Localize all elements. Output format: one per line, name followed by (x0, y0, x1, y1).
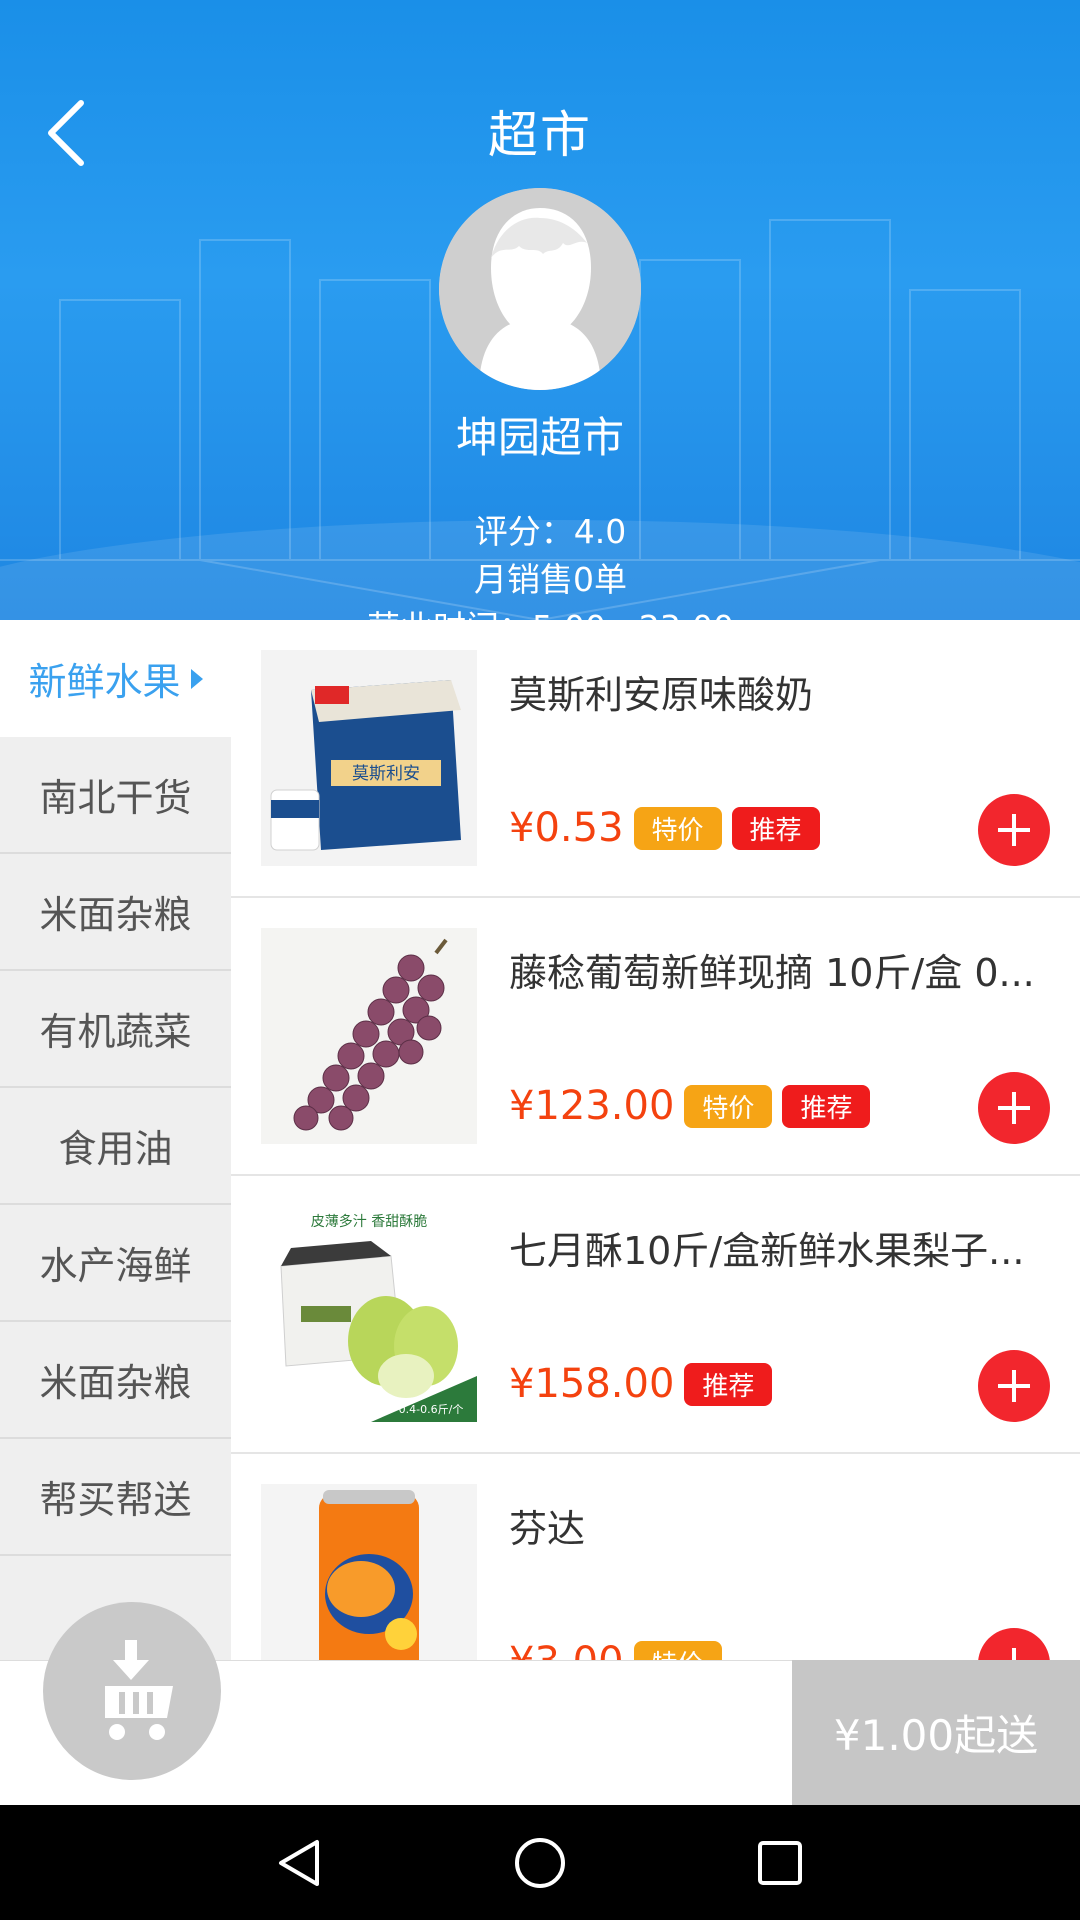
recommend-badge: 推荐 (684, 1362, 773, 1406)
category-item-cooking-oil[interactable]: 食用油 (0, 1088, 231, 1205)
product-item[interactable]: 皮薄多汁 香甜酥脆 0.4-0.6斤/个 七月酥10斤/盒新鲜水果梨子... ¥… (231, 1176, 1080, 1454)
sale-badge: 特价 (633, 806, 722, 850)
product-item[interactable]: 藤稔葡萄新鲜现摘 10斤/盒 0... ¥123.00 特价 推荐 (231, 898, 1080, 1176)
sale-badge: 特价 (684, 1084, 773, 1128)
store-name: 坤园超市 (455, 413, 624, 462)
category-item-grains-2[interactable]: 米面杂粮 (0, 1322, 231, 1439)
min-order-button[interactable]: ¥1.00起送 (792, 1660, 1080, 1805)
price-line: ¥0.53 特价 推荐 (509, 805, 830, 851)
plus-icon (998, 814, 1030, 846)
fanta-can-image (261, 1484, 477, 1660)
category-item-dried-goods[interactable]: 南北干货 (0, 737, 231, 854)
product-name: 藤稔葡萄新鲜现摘 10斤/盒 0... (509, 951, 1035, 995)
category-label: 米面杂粮 (39, 1361, 192, 1405)
category-label: 水产海鲜 (39, 1244, 192, 1288)
user-avatar-icon (439, 188, 641, 390)
add-to-cart-button[interactable] (978, 1072, 1050, 1144)
category-label: 米面杂粮 (39, 893, 192, 937)
grapes-image (261, 928, 477, 1144)
category-label: 食用油 (58, 1127, 173, 1171)
nav-recents-button[interactable] (720, 1805, 840, 1920)
pear-size-tag: 0.4-0.6斤/个 (399, 1403, 464, 1416)
plus-icon (1012, 1648, 1016, 1660)
category-item-fresh-fruit[interactable]: 新鲜水果 (0, 620, 231, 737)
category-item-seafood[interactable]: 水产海鲜 (0, 1205, 231, 1322)
category-label: 新鲜水果 (28, 660, 181, 704)
pear-box-image: 皮薄多汁 香甜酥脆 0.4-0.6斤/个 (261, 1206, 477, 1422)
product-price: ¥0.53 (509, 805, 624, 851)
category-label: 帮买帮送 (39, 1478, 192, 1522)
add-to-cart-button[interactable] (978, 794, 1050, 866)
sale-badge: 特价 (633, 1640, 722, 1660)
plus-icon (998, 1370, 1030, 1402)
price-line: ¥123.00 特价 推荐 (509, 1083, 880, 1129)
category-item-errand-service[interactable]: 帮买帮送 (0, 1439, 231, 1556)
circle-home-icon (515, 1837, 565, 1888)
rating-text: 评分：4.0 (474, 512, 627, 551)
price-line: ¥3.00 特价 (509, 1639, 732, 1660)
category-sidebar: 新鲜水果 南北干货 米面杂粮 有机蔬菜 食用油 水产海鲜 米面杂粮 帮买帮送 (0, 620, 231, 1660)
square-recents-icon (758, 1840, 802, 1885)
monthly-sales-text: 月销售0单 (473, 560, 627, 599)
svg-text:莫斯利安: 莫斯利安 (352, 764, 420, 784)
recommend-badge: 推荐 (782, 1084, 871, 1128)
product-price: ¥123.00 (509, 1083, 675, 1129)
product-item[interactable]: 芬达 ¥3.00 特价 (231, 1454, 1080, 1660)
category-item-grains[interactable]: 米面杂粮 (0, 854, 231, 971)
add-to-cart-button[interactable] (978, 1350, 1050, 1422)
product-name: 莫斯利安原味酸奶 (509, 673, 814, 717)
recommend-badge: 推荐 (731, 806, 820, 850)
category-item-organic-vegetables[interactable]: 有机蔬菜 (0, 971, 231, 1088)
category-label: 有机蔬菜 (39, 1010, 192, 1054)
product-list: 莫斯利安 莫斯利安原味酸奶 ¥0.53 特价 推荐 藤稔葡萄新鲜现摘 10斤/盒… (231, 620, 1080, 1660)
add-to-cart-button[interactable] (978, 1628, 1050, 1660)
price-line: ¥158.00 推荐 (509, 1361, 782, 1407)
product-item[interactable]: 莫斯利安 莫斯利安原味酸奶 ¥0.53 特价 推荐 (231, 620, 1080, 898)
product-name: 芬达 (509, 1507, 586, 1551)
product-name: 七月酥10斤/盒新鲜水果梨子... (509, 1229, 1025, 1273)
cart-button[interactable] (43, 1602, 221, 1780)
nav-home-button[interactable] (480, 1805, 600, 1920)
triangle-right-icon (190, 668, 203, 689)
store-avatar (439, 188, 641, 390)
shopping-cart-icon (91, 1640, 173, 1740)
triangle-back-icon (279, 1839, 319, 1886)
yogurt-box-image: 莫斯利安 (261, 650, 477, 866)
pear-caption: 皮薄多汁 香甜酥脆 (311, 1213, 427, 1230)
product-price: ¥158.00 (509, 1361, 675, 1407)
category-label: 南北干货 (39, 776, 192, 820)
page-title: 超市 (488, 106, 592, 164)
plus-icon (998, 1092, 1030, 1124)
nav-back-button[interactable] (240, 1805, 360, 1920)
product-price: ¥3.00 (509, 1639, 624, 1660)
system-nav-bar (0, 1805, 1080, 1920)
